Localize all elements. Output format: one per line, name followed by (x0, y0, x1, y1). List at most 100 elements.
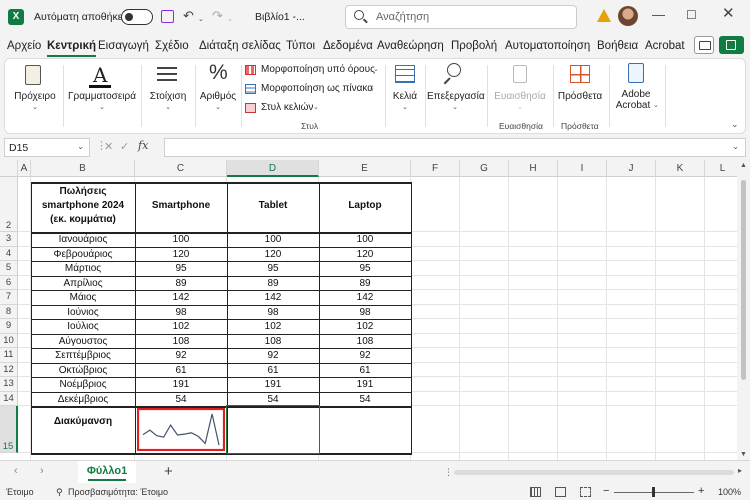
sheet-tab[interactable]: Φύλλο1 (78, 461, 136, 483)
cell-styles-label: Στυλ κελιών (261, 102, 314, 113)
row-header[interactable]: 9 (0, 319, 18, 334)
row-header[interactable]: 14 (0, 391, 18, 406)
page-layout-view-icon[interactable] (555, 487, 566, 497)
column-header[interactable]: H (509, 160, 558, 177)
autosave-toggle[interactable] (121, 9, 153, 25)
cell-styles-button[interactable]: Στυλ κελιών ⌄ (245, 101, 385, 116)
row-header[interactable]: 12 (0, 362, 18, 377)
column-header[interactable]: I (558, 160, 607, 177)
row-header[interactable]: 10 (0, 333, 18, 348)
row-header[interactable]: 11 (0, 348, 18, 363)
insert-function-icon[interactable]: fx (138, 139, 148, 152)
row-header[interactable]: 2 (0, 177, 18, 232)
row-header[interactable]: 8 (0, 304, 18, 319)
column-header[interactable]: G (460, 160, 509, 177)
sensitivity-button[interactable]: Ευαισθησία ⌄ (489, 61, 551, 117)
row-header[interactable]: 6 (0, 275, 18, 290)
format-table-icon (245, 84, 256, 94)
accessibility-icon[interactable]: ⚲ (56, 487, 63, 498)
more-sheets-icon[interactable]: ⋮ (444, 467, 453, 478)
enter-icon[interactable]: ✓ (120, 140, 129, 153)
minimize-icon[interactable]: — (652, 7, 665, 23)
tab-insert[interactable]: Εισαγωγή (98, 40, 149, 52)
column-header[interactable]: A (18, 160, 31, 177)
normal-view-icon[interactable] (530, 487, 541, 497)
page-break-view-icon[interactable] (580, 487, 591, 497)
tab-view[interactable]: Προβολή (451, 40, 497, 52)
month-label: Σεπτέμβριος (55, 350, 111, 362)
clipboard-button[interactable]: Πρόχειρο ⌄ (9, 61, 61, 117)
search-box[interactable]: Αναζήτηση (345, 5, 577, 29)
expand-formula-icon[interactable]: ⌄ (732, 142, 739, 151)
column-header[interactable]: C (135, 160, 227, 177)
close-icon[interactable]: ✕ (722, 6, 735, 22)
tab-acrobat[interactable]: Acrobat (645, 40, 685, 52)
prev-sheet-icon[interactable]: ‹ (14, 465, 18, 477)
row-header[interactable]: 15 (0, 406, 18, 453)
tab-page-layout[interactable]: Διάταξη σελίδας (199, 40, 281, 52)
editing-button[interactable]: Επεξεργασία ⌄ (427, 61, 485, 117)
comments-button[interactable] (694, 36, 714, 54)
selected-cell[interactable] (226, 405, 320, 454)
tab-design[interactable]: Σχέδιο (155, 40, 189, 52)
number-format-button[interactable]: % Αριθμός ⌄ (197, 61, 239, 117)
tab-data[interactable]: Δεδομένα (323, 40, 373, 52)
redo-dropdown-icon[interactable]: ⌄ (227, 12, 233, 28)
cells-button[interactable]: Κελιά ⌄ (387, 61, 423, 117)
undo-icon[interactable]: ↶ (183, 8, 194, 24)
warning-icon[interactable] (597, 9, 611, 22)
alignment-button[interactable]: Στοίχιση ⌄ (143, 61, 193, 117)
add-sheet-button[interactable]: + (164, 463, 173, 480)
tab-home[interactable]: Κεντρική (47, 40, 97, 57)
formula-input[interactable]: ⌄ (164, 138, 746, 157)
ribbon-collapse-icon[interactable]: ⌄ (731, 119, 739, 130)
tab-help[interactable]: Βοήθεια (597, 40, 638, 52)
conditional-formatting-button[interactable]: Μορφοποίηση υπό όρους ⌄ (245, 63, 385, 78)
horizontal-scrollbar[interactable] (454, 470, 734, 475)
tab-file[interactable]: Αρχείο (7, 40, 41, 52)
maximize-icon[interactable]: ☐ (686, 7, 697, 23)
tab-formulas[interactable]: Τύποι (286, 40, 315, 52)
column-header[interactable]: E (319, 160, 411, 177)
row-header[interactable]: 5 (0, 261, 18, 276)
tablet-value: 89 (267, 277, 279, 289)
font-button[interactable]: A Γραμματοσειρά ⌄ (65, 61, 139, 117)
sparkline-chart[interactable] (137, 408, 225, 451)
zoom-in-button[interactable]: + (698, 485, 704, 497)
select-all-corner[interactable] (0, 160, 18, 177)
redo-icon[interactable]: ↷ (212, 8, 223, 24)
column-header[interactable]: J (607, 160, 656, 177)
save-icon[interactable] (161, 10, 174, 23)
row-header[interactable]: 7 (0, 290, 18, 305)
tab-review[interactable]: Αναθεώρηση (377, 40, 444, 52)
column-header[interactable]: K (656, 160, 705, 177)
scroll-thumb[interactable] (741, 180, 746, 380)
scroll-up-icon[interactable]: ▲ (740, 162, 747, 169)
vertical-scrollbar[interactable]: ▲ ▼ (737, 160, 750, 460)
tab-automate[interactable]: Αυτοματοποίηση (505, 40, 590, 52)
row-header[interactable]: 13 (0, 377, 18, 392)
row-header[interactable]: 3 (0, 232, 18, 247)
scroll-right-icon[interactable]: ▸ (738, 466, 742, 475)
share-button[interactable] (719, 36, 744, 54)
document-title[interactable]: Βιβλίο1 -... (255, 11, 305, 23)
accessibility-status[interactable]: Προσβασιμότητα: Έτοιμο (68, 487, 168, 497)
zoom-level[interactable]: 100% (718, 487, 741, 497)
format-as-table-button[interactable]: Μορφοποίηση ως πίνακα ⌄ (245, 82, 385, 97)
next-sheet-icon[interactable]: › (40, 465, 44, 477)
addins-button[interactable]: Πρόσθετα (555, 61, 605, 117)
excel-app-icon[interactable]: X (8, 9, 24, 25)
user-avatar[interactable] (618, 6, 638, 26)
zoom-out-button[interactable]: − (603, 485, 609, 497)
cancel-icon[interactable]: ✕ (104, 140, 113, 153)
column-header[interactable]: F (411, 160, 460, 177)
zoom-slider-thumb[interactable] (652, 487, 655, 497)
column-header[interactable]: D (227, 160, 319, 177)
adobe-acrobat-button[interactable]: Adobe Acrobat ⌄ (611, 61, 661, 117)
name-box[interactable]: D15 ⌄ (4, 138, 90, 157)
row-header[interactable]: 4 (0, 246, 18, 261)
column-header[interactable]: L (705, 160, 741, 177)
undo-dropdown-icon[interactable]: ⌄ (198, 12, 204, 28)
scroll-down-icon[interactable]: ▼ (740, 451, 747, 458)
column-header[interactable]: B (31, 160, 135, 177)
